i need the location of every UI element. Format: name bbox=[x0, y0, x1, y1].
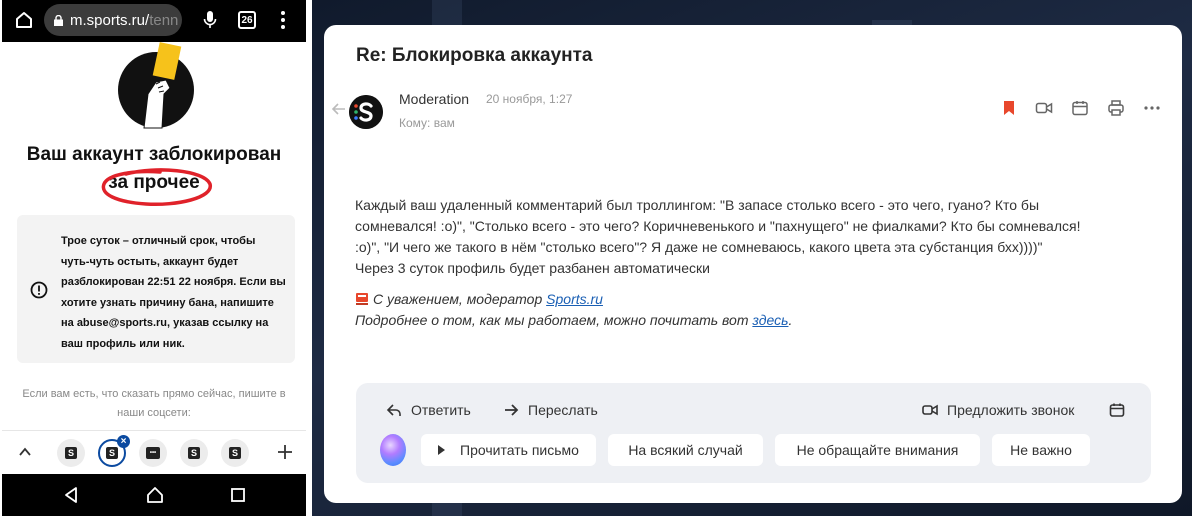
body-line: Через 3 суток профиль будет разбанен авт… bbox=[355, 260, 710, 276]
body-line: :о)", "И чего же такого в нём "столько в… bbox=[355, 239, 1043, 255]
close-tab-icon[interactable]: × bbox=[117, 435, 130, 448]
address-bar[interactable]: m.sports.ru/tenn bbox=[44, 4, 182, 36]
red-scribble-circle bbox=[101, 168, 212, 207]
mic-icon[interactable] bbox=[203, 10, 217, 30]
more-icon[interactable] bbox=[1143, 99, 1161, 117]
video-icon bbox=[922, 404, 938, 416]
email-card: Re: Блокировка аккаунта Moderation 20 но… bbox=[324, 25, 1182, 503]
sports-ru-link[interactable]: Sports.ru bbox=[546, 291, 603, 307]
tab-favicon: S bbox=[229, 447, 241, 459]
recents-icon[interactable] bbox=[229, 486, 247, 504]
play-icon bbox=[438, 445, 446, 455]
tab-favicon: ••• bbox=[146, 447, 160, 459]
quick-reply-panel: Ответить Переслать Предложить звонок Про… bbox=[356, 383, 1151, 483]
home-nav-icon[interactable] bbox=[146, 486, 164, 504]
quick-reply-chip[interactable]: На всякий случай bbox=[608, 434, 763, 466]
quick-reply-chip[interactable]: Не важно bbox=[992, 434, 1090, 466]
browser-tab[interactable]: S bbox=[57, 439, 85, 467]
calendar-icon[interactable] bbox=[1071, 99, 1089, 117]
browser-toolbar: m.sports.ru/tenn 26 bbox=[2, 0, 306, 42]
tab-favicon: S bbox=[65, 447, 77, 459]
social-text: Если вам есть, что сказать прямо сейчас,… bbox=[22, 388, 286, 419]
alice-orb-icon[interactable] bbox=[380, 434, 406, 466]
back-icon[interactable] bbox=[62, 486, 80, 504]
forward-label: Переслать bbox=[528, 402, 598, 418]
here-link[interactable]: здесь bbox=[752, 312, 788, 328]
browser-tab[interactable]: S bbox=[180, 439, 208, 467]
tab-favicon: S bbox=[188, 447, 200, 459]
body-line: сомневался! :о)", "Столько всего - это ч… bbox=[355, 218, 1081, 234]
email-subject: Re: Блокировка аккаунта bbox=[356, 45, 593, 66]
menu-icon[interactable] bbox=[279, 9, 287, 31]
forward-icon bbox=[505, 404, 519, 416]
ban-title: Ваш аккаунт заблокирован bbox=[26, 144, 282, 165]
url-path: tenn bbox=[149, 11, 179, 29]
reply-icon bbox=[386, 404, 401, 416]
more-info-period: . bbox=[788, 312, 793, 328]
forward-button[interactable]: Переслать bbox=[503, 399, 598, 421]
propose-call-label: Предложить звонок bbox=[947, 402, 1075, 418]
tabs-icon[interactable]: 26 bbox=[238, 11, 256, 29]
video-call-icon[interactable] bbox=[1035, 99, 1053, 117]
chevron-up-icon[interactable] bbox=[18, 445, 32, 459]
notice-text: Трое суток – отличный срок, чтобы чуть-ч… bbox=[61, 235, 286, 350]
email-body: Каждый ваш удаленный комментарий был тро… bbox=[355, 195, 1155, 279]
bookmark-icon[interactable] bbox=[1000, 99, 1018, 117]
browser-tab[interactable]: S bbox=[221, 439, 249, 467]
lock-icon bbox=[54, 14, 63, 26]
more-info-text: Подробнее о том, как мы работаем, можно … bbox=[355, 312, 749, 328]
calendar-small-icon bbox=[1109, 403, 1125, 417]
email-signature: С уважением, модератор Sports.ru Подробн… bbox=[355, 289, 1155, 331]
browser-tab-active[interactable]: S × bbox=[98, 435, 130, 467]
plus-icon[interactable] bbox=[276, 443, 294, 461]
android-nav-bar bbox=[2, 474, 306, 516]
body-line: Каждый ваш удаленный комментарий был тро… bbox=[355, 197, 1040, 213]
read-aloud-chip[interactable]: Прочитать письмо bbox=[421, 434, 596, 466]
referee-card-illustration bbox=[118, 42, 194, 129]
reply-button[interactable]: Ответить bbox=[386, 399, 471, 421]
ban-notice: Трое суток – отличный срок, чтобы чуть-ч… bbox=[17, 215, 295, 363]
flag-icon bbox=[356, 293, 368, 305]
sender-avatar bbox=[349, 95, 383, 129]
signature-text: С уважением, модератор bbox=[373, 291, 543, 307]
propose-call-button[interactable]: Предложить звонок bbox=[922, 399, 1074, 421]
print-icon[interactable] bbox=[1107, 99, 1125, 117]
home-icon[interactable] bbox=[14, 10, 34, 30]
schedule-button[interactable] bbox=[1109, 399, 1134, 421]
tab-switcher-bar: S S × ••• S S bbox=[2, 430, 306, 474]
reply-label: Ответить bbox=[411, 402, 471, 418]
phone-screen: m.sports.ru/tenn 26 Ваш аккаунт заблокир… bbox=[2, 0, 306, 516]
sender-name[interactable]: Moderation bbox=[399, 91, 469, 107]
read-aloud-label: Прочитать письмо bbox=[460, 442, 579, 458]
info-alert-icon bbox=[30, 281, 48, 299]
back-arrow-icon[interactable] bbox=[332, 103, 346, 115]
email-recipient: Кому: вам bbox=[399, 116, 455, 130]
quick-reply-chip[interactable]: Не обращайте внимания bbox=[775, 434, 980, 466]
url-domain: m.sports.ru/ bbox=[70, 11, 150, 29]
tab-favicon: S bbox=[106, 447, 118, 459]
email-date: 20 ноября, 1:27 bbox=[486, 92, 573, 106]
browser-tab[interactable]: ••• bbox=[139, 439, 167, 467]
